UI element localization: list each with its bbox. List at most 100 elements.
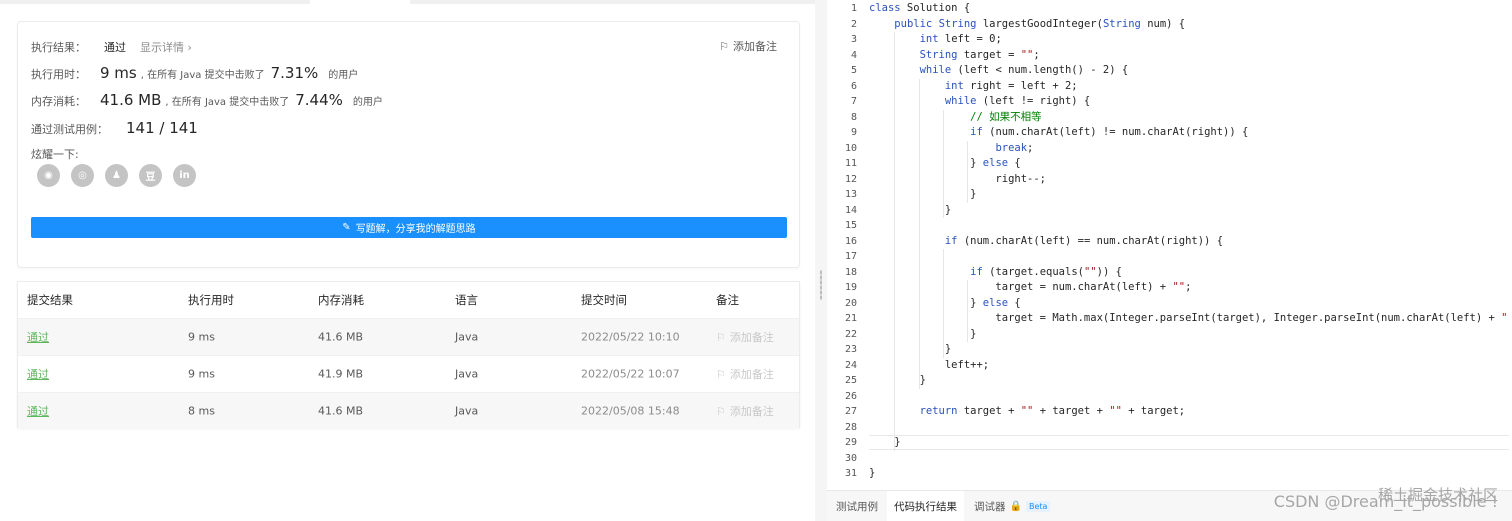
tests-row: 通过测试用例： 141 / 141 bbox=[31, 119, 198, 137]
wechat-icon[interactable]: ◉ bbox=[37, 164, 60, 187]
line-number: 27 bbox=[844, 406, 857, 417]
tab-testcase[interactable]: 测试用例 bbox=[831, 491, 883, 521]
tab-debugger[interactable]: 调试器 🔒 Beta bbox=[969, 491, 1055, 521]
submission-pane: 执行结果： 通过 显示详情 › ⚐ 添加备注 执行用时： 9 ms , 在所有 … bbox=[0, 0, 815, 521]
line-number: 16 bbox=[844, 235, 857, 247]
code-line: if (num.charAt(left) != num.charAt(right… bbox=[970, 126, 1249, 138]
add-note-button[interactable]: ⚐ 添加备注 bbox=[719, 38, 777, 54]
line-number: 31 bbox=[844, 468, 857, 479]
result-link[interactable]: 通过 bbox=[27, 366, 49, 382]
qq-icon[interactable]: ♟ bbox=[105, 164, 128, 187]
table-row: 通过 8 ms 41.6 MB Java 2022/05/08 15:48 ⚐ 添… bbox=[18, 392, 799, 429]
indent-guide bbox=[967, 280, 968, 342]
line-number: 30 bbox=[844, 452, 857, 464]
code-line: while (left < num.length() - 2) { bbox=[919, 64, 1129, 76]
tests-value: 141 / 141 bbox=[126, 119, 198, 137]
line-number: 7 bbox=[850, 96, 857, 107]
line-number: 15 bbox=[844, 220, 857, 231]
code-line: } bbox=[869, 188, 977, 200]
runtime-row: 执行用时： 9 ms , 在所有 Java 提交中击败了 7.31% 的用户 bbox=[31, 64, 358, 82]
line-number: 10 bbox=[844, 142, 857, 154]
flag-icon: ⚐ bbox=[719, 39, 729, 53]
indent-guide bbox=[943, 249, 944, 358]
language-cell: Java bbox=[455, 330, 479, 344]
line-number: 28 bbox=[844, 421, 857, 433]
code-line: } bbox=[869, 203, 952, 216]
code-line: while (left != right) { bbox=[944, 95, 1091, 107]
code-line: } bbox=[869, 374, 926, 386]
add-note-button[interactable]: ⚐ 添加备注 bbox=[716, 366, 774, 382]
line-number: 11 bbox=[844, 158, 857, 169]
code-line: if (num.charAt(left) == num.charAt(right… bbox=[944, 234, 1224, 247]
col-time: 提交时间 bbox=[581, 293, 627, 307]
code-line: } else { bbox=[869, 296, 1021, 309]
line-number: 26 bbox=[844, 390, 857, 402]
add-note-button[interactable]: ⚐ 添加备注 bbox=[716, 329, 774, 345]
flag-icon: ⚐ bbox=[716, 330, 726, 344]
line-number: 24 bbox=[844, 359, 857, 371]
weibo-icon[interactable]: ◎ bbox=[71, 164, 94, 187]
code-line: int left = 0; bbox=[919, 33, 1002, 45]
language-cell: Java bbox=[455, 404, 479, 418]
code-editor[interactable]: 1 2 3 4 5 6 7 8 9 10 11 12 13 14 15 16 17 18 19 20 21 22 23 24 2… bbox=[827, 0, 1512, 490]
runtime-suffix: 的用户 bbox=[328, 70, 359, 81]
add-note-button[interactable]: ⚐ 添加备注 bbox=[716, 403, 774, 419]
indent-guide bbox=[894, 32, 895, 451]
result-link[interactable]: 通过 bbox=[27, 403, 49, 419]
flag-icon: ⚐ bbox=[716, 404, 726, 418]
memory-suffix: 的用户 bbox=[352, 97, 383, 108]
memory-cell: 41.6 MB bbox=[318, 330, 364, 344]
pencil-icon: ✎ bbox=[342, 222, 351, 233]
col-language: 语言 bbox=[455, 293, 478, 307]
runtime-label: 执行用时： bbox=[31, 68, 86, 81]
linkedin-icon[interactable]: in bbox=[173, 164, 196, 187]
line-number: 4 bbox=[850, 49, 857, 61]
code-line: left++; bbox=[869, 358, 990, 371]
line-number: 29 bbox=[844, 437, 857, 448]
indent-guide bbox=[919, 78, 920, 389]
time-cell: 2022/05/22 10:07 bbox=[581, 367, 680, 381]
write-solution-label: 写题解，分享我的解题思路 bbox=[355, 224, 476, 235]
lock-icon: 🔒 bbox=[1009, 501, 1022, 512]
runtime-percent: 7.31% bbox=[270, 64, 319, 82]
active-tab-marker bbox=[310, 0, 410, 4]
line-number: 9 bbox=[850, 127, 857, 138]
col-note: 备注 bbox=[716, 293, 739, 307]
language-cell: Java bbox=[455, 367, 479, 381]
line-number: 19 bbox=[844, 282, 857, 293]
col-result: 提交结果 bbox=[27, 293, 73, 307]
tab-run-result[interactable]: 代码执行结果 bbox=[887, 491, 964, 521]
submissions-table: 提交结果 执行用时 内存消耗 语言 提交时间 备注 通过 9 ms 41.6 M… bbox=[17, 281, 800, 429]
line-number: 17 bbox=[844, 251, 857, 262]
memory-value: 41.6 MB bbox=[100, 91, 162, 109]
line-number: 13 bbox=[844, 189, 857, 200]
runtime-cell: 9 ms bbox=[188, 330, 215, 344]
line-number: 14 bbox=[844, 204, 857, 216]
line-number: 8 bbox=[850, 111, 857, 123]
watermark-juejin: 稀土掘金技术社区 bbox=[1377, 486, 1498, 504]
line-number: 2 bbox=[850, 18, 857, 30]
code-line: class Solution { bbox=[869, 2, 971, 14]
line-number-gutter: 1 2 3 4 5 6 7 8 9 10 11 12 13 14 15 16 17 18 19 20 21 22 23 24 2… bbox=[827, 0, 863, 490]
line-number: 20 bbox=[844, 297, 857, 309]
code-area[interactable]: class Solution { public String largestGo… bbox=[869, 0, 1509, 490]
douban-icon[interactable]: 豆 bbox=[139, 164, 162, 187]
code-line: if (target.equals("")) { bbox=[970, 265, 1122, 278]
pane-resize-handle[interactable] bbox=[815, 0, 827, 521]
code-line: right--; bbox=[869, 172, 1047, 185]
memory-label: 内存消耗： bbox=[31, 95, 86, 108]
share-label: 炫耀一下: bbox=[31, 148, 79, 161]
line-number: 5 bbox=[850, 65, 857, 76]
runtime-cell: 8 ms bbox=[188, 404, 215, 418]
write-solution-button[interactable]: ✎ 写题解，分享我的解题思路 bbox=[31, 217, 787, 238]
line-number: 6 bbox=[850, 80, 857, 92]
memory-cell: 41.6 MB bbox=[318, 404, 364, 418]
line-number: 22 bbox=[844, 328, 857, 340]
result-card: 执行结果： 通过 显示详情 › ⚐ 添加备注 执行用时： 9 ms , 在所有 … bbox=[17, 21, 800, 268]
show-detail-link[interactable]: 显示详情 › bbox=[140, 39, 192, 55]
tests-label: 通过测试用例： bbox=[31, 123, 108, 136]
code-line: target = num.charAt(left) + ""; bbox=[869, 281, 1192, 293]
code-line: } bbox=[869, 436, 901, 448]
runtime-value: 9 ms bbox=[100, 64, 137, 82]
result-link[interactable]: 通过 bbox=[27, 329, 49, 345]
